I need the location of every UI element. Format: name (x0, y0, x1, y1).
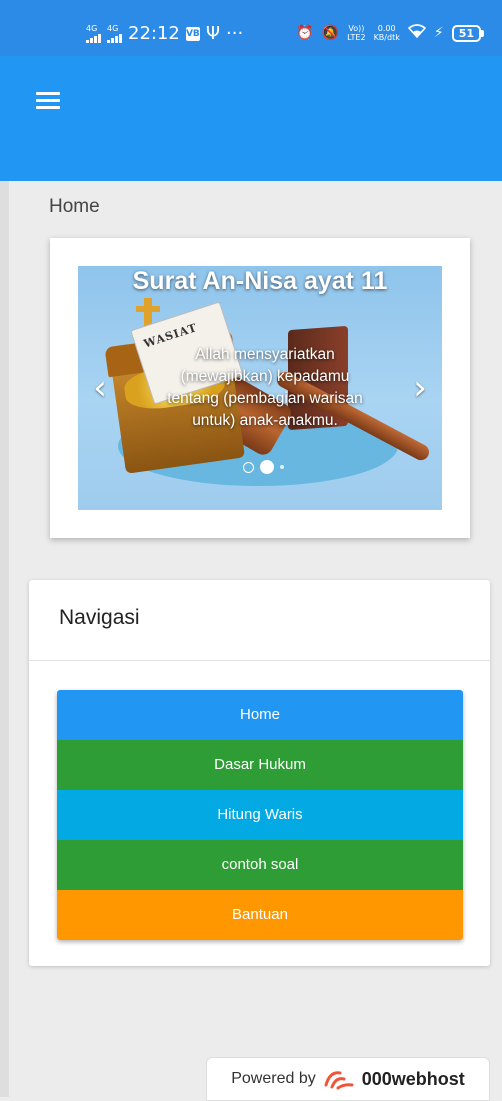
carousel-indicator-2[interactable] (260, 460, 274, 474)
navigation-panel: Navigasi Home Dasar Hukum Hitung Waris c… (29, 580, 490, 966)
hamburger-menu-icon[interactable] (36, 92, 60, 114)
battery-level: 51 (451, 24, 481, 42)
battery-icon: 51 (451, 24, 484, 42)
charging-icon: ⚡ (433, 25, 444, 41)
divider (29, 660, 490, 661)
status-right: ⏰ 🔕 Vo)) LTE2 0.00 KB/dtk ⚡ 51 (296, 24, 484, 42)
slide-title: Surat An-Nisa ayat 11 (132, 267, 388, 295)
000webhost-logo-icon (324, 1071, 354, 1090)
alarm-icon: ⏰ (296, 25, 314, 41)
signal-icon-2: 4G (107, 25, 122, 43)
carousel-indicators (243, 460, 284, 474)
nav-button-contoh-soal[interactable]: contoh soal (57, 840, 463, 890)
carousel-next-chevron-icon[interactable]: › (408, 370, 432, 406)
network-speed: 0.00 KB/dtk (373, 24, 400, 42)
wifi-icon (407, 24, 427, 42)
navigation-list: Home Dasar Hukum Hitung Waris contoh soa… (57, 690, 463, 940)
slide-caption: Allah mensyariatkan (mewajibkan) kepadam… (167, 346, 363, 429)
app-notification-icon: VB (185, 27, 200, 41)
nav-button-bantuan[interactable]: Bantuan (57, 890, 463, 940)
carousel-prev-chevron-icon[interactable]: ‹ (88, 370, 112, 406)
usb-icon: Ψ (205, 23, 221, 44)
brand-name: 000webhost (361, 1068, 465, 1089)
app-bar (0, 56, 502, 181)
nav-button-hitung-waris[interactable]: Hitung Waris (57, 790, 463, 840)
carousel-card: WASIAT Surat An-Nisa ayat 11 Allah mensy… (50, 238, 470, 538)
status-left: 4G 4G 22:12 VB Ψ ··· (86, 24, 243, 44)
carousel[interactable]: WASIAT Surat An-Nisa ayat 11 Allah mensy… (78, 266, 442, 510)
breadcrumb: Home (49, 196, 100, 217)
navigation-heading: Navigasi (59, 606, 140, 629)
powered-by-label: Powered by (231, 1070, 316, 1087)
network-type-2: 4G (107, 24, 119, 33)
clock: 22:12 (128, 23, 180, 44)
mute-icon: 🔕 (321, 25, 340, 41)
nav-button-home[interactable]: Home (57, 690, 463, 740)
powered-by-badge[interactable]: Powered by 000webhost (206, 1057, 490, 1101)
sidebar-edge (0, 181, 9, 1097)
nav-button-dasar-hukum[interactable]: Dasar Hukum (57, 740, 463, 790)
signal-icon-1: 4G (86, 25, 101, 43)
status-bar: 4G 4G 22:12 VB Ψ ··· ⏰ 🔕 Vo)) LTE2 0.00 … (0, 0, 502, 56)
volte-indicator: Vo)) LTE2 (347, 24, 366, 42)
more-notifications-icon: ··· (226, 23, 244, 44)
carousel-indicator-1[interactable] (243, 461, 254, 473)
network-type-1: 4G (86, 24, 98, 33)
carousel-indicator-3[interactable] (280, 465, 284, 469)
